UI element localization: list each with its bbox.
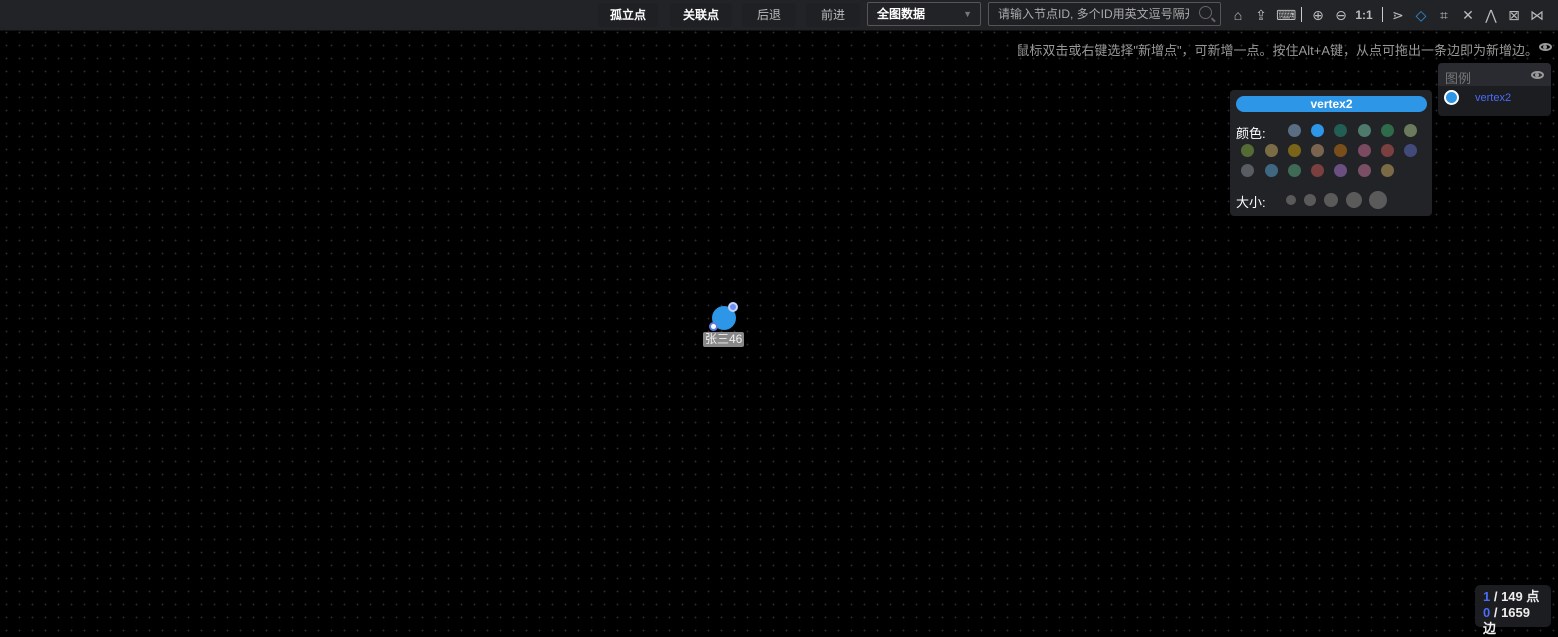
scope-value: 全图数据 <box>877 7 926 21</box>
forward-button[interactable]: 前进 <box>806 3 860 27</box>
legend-panel: 图例 vertex2 <box>1438 63 1551 116</box>
total-edges: / 1659 边 <box>1483 605 1530 636</box>
building-icon[interactable]: ⌂ <box>1229 6 1247 24</box>
color-swatch[interactable] <box>1241 144 1254 157</box>
toolbar: 孤立点 关联点 后退 前进 全图数据▼ ⌂ ⇪ ⌨ ⊕ ⊖ 1:1 ⋗ ◇ ⌗ … <box>0 0 1558 31</box>
node-badge-icon[interactable] <box>709 322 718 331</box>
layout-random-icon[interactable]: ⊠ <box>1505 6 1523 24</box>
color-swatch[interactable] <box>1311 164 1324 177</box>
color-swatch[interactable] <box>1311 124 1324 137</box>
color-swatch[interactable] <box>1311 144 1324 157</box>
divider <box>1382 7 1383 22</box>
color-swatch[interactable] <box>1381 144 1394 157</box>
color-swatch[interactable] <box>1381 124 1394 137</box>
zoom-out-icon[interactable]: ⊖ <box>1332 6 1350 24</box>
size-option[interactable] <box>1324 193 1338 207</box>
chevron-down-icon: ▼ <box>963 9 972 19</box>
size-option[interactable] <box>1346 192 1362 208</box>
color-swatch[interactable] <box>1334 164 1347 177</box>
color-swatch[interactable] <box>1404 144 1417 157</box>
layout-force-icon[interactable]: ⋗ <box>1389 6 1407 24</box>
search-icon[interactable] <box>1199 6 1212 19</box>
graph-counter: 1 / 149 点 0 / 1659 边 <box>1475 585 1551 636</box>
legend-title: 图例 <box>1445 71 1472 86</box>
color-swatch[interactable] <box>1288 144 1301 157</box>
layout-tree-icon[interactable]: ⋀ <box>1482 6 1500 24</box>
node-badge-icon[interactable] <box>728 302 738 312</box>
color-swatch[interactable] <box>1288 124 1301 137</box>
search-box <box>988 2 1221 26</box>
color-swatch[interactable] <box>1381 164 1394 177</box>
color-swatch[interactable] <box>1404 124 1417 137</box>
color-swatch[interactable] <box>1358 144 1371 157</box>
size-option[interactable] <box>1304 194 1316 206</box>
color-swatch[interactable] <box>1334 144 1347 157</box>
size-label: 大小: <box>1236 195 1266 210</box>
node-label: 张三46 <box>703 332 745 347</box>
color-label: 颜色: <box>1236 126 1266 141</box>
eye-icon[interactable] <box>1531 71 1544 79</box>
zoom-in-icon[interactable]: ⊕ <box>1309 6 1327 24</box>
color-swatch[interactable] <box>1265 164 1278 177</box>
divider <box>1301 7 1302 22</box>
color-swatch[interactable] <box>1358 124 1371 137</box>
export-icon[interactable]: ⇪ <box>1252 6 1270 24</box>
layout-dagre-icon[interactable]: ⋈ <box>1528 6 1546 24</box>
color-swatch[interactable] <box>1288 164 1301 177</box>
layout-circular-icon[interactable]: ◇ <box>1412 6 1430 24</box>
related-nodes-button[interactable]: 关联点 <box>670 3 732 27</box>
legend-item-label: vertex2 <box>1475 91 1512 104</box>
size-option[interactable] <box>1286 195 1296 205</box>
isolated-nodes-button[interactable]: 孤立点 <box>598 3 658 27</box>
color-swatch[interactable] <box>1241 164 1254 177</box>
total-nodes: / 149 点 <box>1490 589 1540 604</box>
layout-radial-icon[interactable]: ✕ <box>1459 6 1477 24</box>
legend-color-dot <box>1444 90 1459 105</box>
color-swatch[interactable] <box>1334 124 1347 137</box>
color-swatch[interactable] <box>1265 144 1278 157</box>
style-panel: vertex2 颜色: 大小: <box>1230 90 1432 216</box>
style-panel-title: vertex2 <box>1236 96 1427 112</box>
keyboard-icon[interactable]: ⌨ <box>1276 6 1296 24</box>
eye-icon[interactable] <box>1539 43 1552 51</box>
zoom-reset-button[interactable]: 1:1 <box>1355 6 1373 24</box>
scope-select[interactable]: 全图数据 ▼ <box>867 2 981 26</box>
back-button[interactable]: 后退 <box>742 3 796 27</box>
legend-item[interactable]: vertex2 <box>1444 90 1511 105</box>
hint-text: 鼠标双击或右键选择"新增点"，可新增一点。按住Alt+A键，从点可拖出一条边即为… <box>1016 43 1538 58</box>
size-option[interactable] <box>1369 191 1387 209</box>
search-input[interactable] <box>989 3 1189 25</box>
layout-grid-icon[interactable]: ⌗ <box>1435 6 1453 24</box>
color-swatch[interactable] <box>1358 164 1371 177</box>
